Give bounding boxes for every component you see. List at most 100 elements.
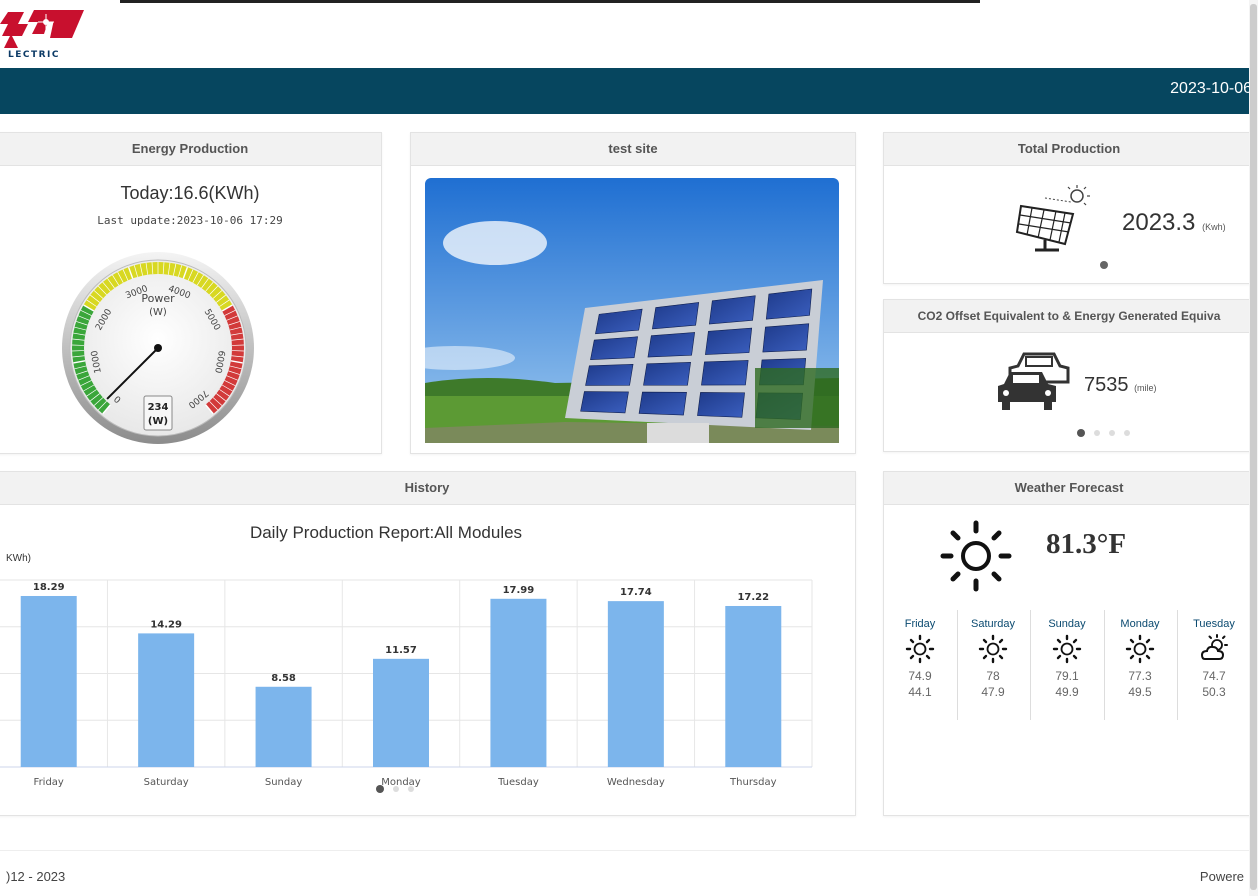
chart-category-label: Thursday — [729, 777, 777, 788]
gauge-unit: (W) — [149, 307, 167, 318]
forecast-day-name: Friday — [904, 618, 936, 630]
chart-y-unit: KWh) — [6, 553, 31, 564]
solar-cell — [585, 364, 634, 386]
chart-data-label: 11.57 — [385, 645, 417, 656]
sun-icon — [905, 634, 935, 664]
chart-data-label: 17.74 — [620, 587, 652, 598]
forecast-low: 47.9 — [981, 685, 1005, 699]
chart-category-label: Sunday — [265, 777, 302, 788]
forecast-low: 44.1 — [908, 685, 932, 699]
power-gauge: 0100020003000 4000500060007000 Power (W) … — [62, 252, 254, 444]
chart-bar[interactable] — [255, 686, 312, 767]
forecast-day: Tuesday 74.7 50.3 — [1178, 618, 1250, 700]
solar-cell — [638, 391, 687, 416]
chart-dot-3[interactable] — [408, 786, 414, 792]
forecast-day: Saturday 78 47.9 — [957, 618, 1029, 700]
solar-cell — [643, 362, 691, 386]
co2-value: 7535 (mile) — [1084, 374, 1157, 397]
cars-icon — [998, 352, 1070, 410]
chart-category-label: Saturday — [144, 777, 189, 788]
sun-icon — [1052, 634, 1082, 664]
carousel-dot-4[interactable] — [1124, 430, 1130, 436]
solar-cell — [697, 392, 745, 418]
energy-production-title: Energy Production — [0, 133, 381, 166]
forecast-low: 49.5 — [1128, 685, 1152, 699]
site-title: test site — [411, 133, 855, 166]
carousel-dot-1[interactable] — [1077, 429, 1085, 437]
forecast-high: 74.9 — [908, 669, 932, 683]
solar-cell — [705, 327, 753, 355]
co2-title: CO2 Offset Equivalent to & Energy Genera… — [884, 300, 1254, 333]
current-temperature: 81.3°F — [1046, 528, 1127, 560]
today-production: Today:16.6(KWh) — [120, 183, 260, 203]
chart-data-label: 17.99 — [503, 585, 535, 596]
cropped-text-line — [120, 0, 980, 3]
forecast-high: 79.1 — [1055, 669, 1079, 683]
gauge-value: 234 — [148, 402, 169, 413]
last-update: Last update:2023-10-06 17:29 — [97, 214, 283, 227]
partly-cloudy-icon — [1200, 634, 1228, 660]
chart-data-label: 18.29 — [33, 582, 65, 593]
forecast-day: Sunday 79.1 49.9 — [1031, 618, 1103, 700]
carousel-dot-active[interactable] — [1100, 261, 1108, 269]
chart-dot-2[interactable] — [393, 786, 399, 792]
gauge-label: Power — [141, 292, 175, 305]
solar-cell — [701, 360, 749, 386]
gauge-value-unit: (W) — [148, 416, 168, 427]
chart-bar[interactable] — [725, 605, 782, 767]
header-banner — [0, 68, 1258, 114]
chart-data-label: 14.29 — [150, 619, 182, 630]
chart-category-label: Wednesday — [607, 777, 665, 788]
chart-category-label: Tuesday — [497, 777, 539, 788]
chart-bar[interactable] — [490, 598, 547, 767]
footer-divider — [0, 850, 1258, 851]
forecast-day-name: Monday — [1120, 618, 1160, 630]
footer-copyright: )12 - 2023 — [6, 869, 66, 884]
scrollbar-thumb[interactable] — [1250, 4, 1257, 890]
total-production-number: 2023.3 — [1122, 209, 1196, 236]
total-production-unit: (Kwh) — [1202, 222, 1226, 232]
logo-text: LECTRIC — [8, 50, 61, 60]
forecast-high: 78 — [986, 669, 1000, 683]
chart-data-label: 17.22 — [737, 592, 769, 603]
chart-category-label: Monday — [381, 777, 421, 788]
solar-cell — [647, 332, 696, 358]
forecast-high: 77.3 — [1128, 669, 1152, 683]
chart-bar[interactable] — [373, 658, 429, 767]
carousel-dot-3[interactable] — [1109, 430, 1115, 436]
forecast-day: Monday 77.3 49.5 — [1104, 618, 1176, 700]
solar-cell — [580, 391, 629, 414]
forecast-high: 74.7 — [1202, 669, 1226, 683]
forecast-day-name: Tuesday — [1193, 618, 1235, 630]
chart-dot-1[interactable] — [376, 785, 384, 793]
solar-cell — [762, 323, 810, 353]
co2-number: 7535 — [1084, 374, 1129, 396]
total-production-value: 2023.3 (Kwh) — [1122, 209, 1226, 237]
chart-data-label: 8.58 — [271, 673, 296, 684]
chart-bar[interactable] — [607, 601, 664, 767]
sun-icon — [978, 634, 1008, 664]
forecast-day-name: Saturday — [970, 618, 1016, 630]
forecast-low: 49.9 — [1055, 685, 1079, 699]
sun-icon — [1125, 634, 1155, 664]
weather-title: Weather Forecast — [884, 472, 1254, 505]
chart-bar[interactable] — [138, 633, 195, 767]
solar-panel-icon — [1015, 185, 1090, 252]
forecast-day-name: Sunday — [1048, 618, 1086, 630]
chart-bar[interactable] — [20, 595, 77, 767]
daily-production-chart: 18.29 Friday 14.29 Saturday 8.58 Sunday 11.57 M… — [0, 579, 813, 788]
solar-cell — [765, 288, 813, 320]
solar-cell — [590, 336, 638, 360]
header-date: 2023-10-06 — [1170, 80, 1252, 97]
carousel-dot-2[interactable] — [1094, 430, 1100, 436]
footer-powered-by: Powere — [1199, 869, 1244, 884]
solar-panel-photo[interactable] — [425, 178, 839, 443]
forecast-day: Friday 74.9 44.1 — [884, 618, 956, 700]
history-title: History — [0, 472, 855, 505]
co2-unit: (mile) — [1134, 383, 1157, 393]
chart-category-label: Friday — [34, 777, 64, 788]
total-production-title: Total Production — [884, 133, 1254, 166]
forecast-low: 50.3 — [1202, 685, 1226, 699]
sun-icon — [940, 520, 1012, 592]
chart-title: Daily Production Report:All Modules — [249, 523, 523, 542]
